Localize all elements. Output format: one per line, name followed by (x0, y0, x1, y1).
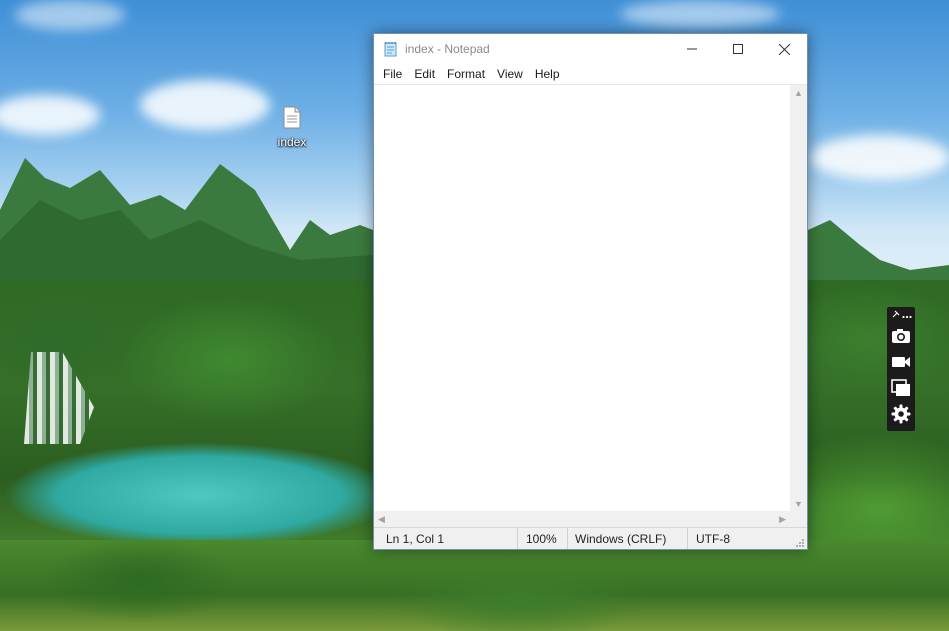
minimize-icon (687, 48, 697, 50)
menu-file[interactable]: File (377, 67, 408, 81)
menu-bar: File Edit Format View Help (374, 64, 807, 84)
record-video-button[interactable] (887, 349, 915, 375)
maximize-icon (733, 44, 743, 54)
more-options-icon[interactable] (901, 306, 912, 324)
capture-toolbar (887, 307, 915, 431)
settings-button[interactable] (887, 401, 915, 427)
status-zoom: 100% (517, 528, 567, 549)
video-camera-icon (892, 357, 910, 367)
notepad-window: index - Notepad File Edit Format View He… (373, 33, 808, 550)
scrollbar-corner (790, 511, 807, 528)
horizontal-scrollbar[interactable]: ◀ ▶ (374, 511, 790, 528)
notepad-icon (383, 41, 399, 57)
menu-help[interactable]: Help (529, 67, 566, 81)
pin-icon[interactable] (891, 306, 900, 324)
scroll-right-icon[interactable]: ▶ (779, 514, 786, 525)
scroll-left-icon[interactable]: ◀ (378, 514, 385, 525)
minimize-button[interactable] (669, 34, 715, 64)
desktop-icon-label: index (277, 135, 307, 149)
resize-grip-icon[interactable] (795, 537, 805, 547)
vertical-scrollbar[interactable]: ▲ ▼ (790, 85, 807, 512)
status-encoding: UTF-8 (687, 528, 805, 549)
maximize-button[interactable] (715, 34, 761, 64)
status-bar: Ln 1, Col 1 100% Windows (CRLF) UTF-8 (374, 527, 807, 549)
gear-icon (891, 404, 911, 424)
close-button[interactable] (761, 34, 807, 64)
desktop-icon-index[interactable]: index (266, 106, 318, 151)
scroll-down-icon[interactable]: ▼ (794, 499, 803, 509)
window-title: index - Notepad (405, 42, 490, 56)
menu-edit[interactable]: Edit (408, 67, 441, 81)
window-capture-icon (891, 379, 910, 396)
close-icon (778, 43, 790, 55)
status-line-ending: Windows (CRLF) (567, 528, 687, 549)
menu-view[interactable]: View (491, 67, 529, 81)
editor-area: ▲ ▼ ◀ ▶ (374, 84, 807, 528)
title-bar[interactable]: index - Notepad (374, 34, 807, 64)
screenshot-button[interactable] (887, 323, 915, 349)
text-editor[interactable] (374, 85, 790, 512)
window-capture-button[interactable] (887, 375, 915, 401)
camera-icon (892, 329, 910, 343)
status-cursor-position: Ln 1, Col 1 (386, 531, 445, 546)
menu-format[interactable]: Format (441, 67, 491, 81)
text-file-icon (283, 106, 301, 129)
scroll-up-icon[interactable]: ▲ (794, 88, 803, 98)
